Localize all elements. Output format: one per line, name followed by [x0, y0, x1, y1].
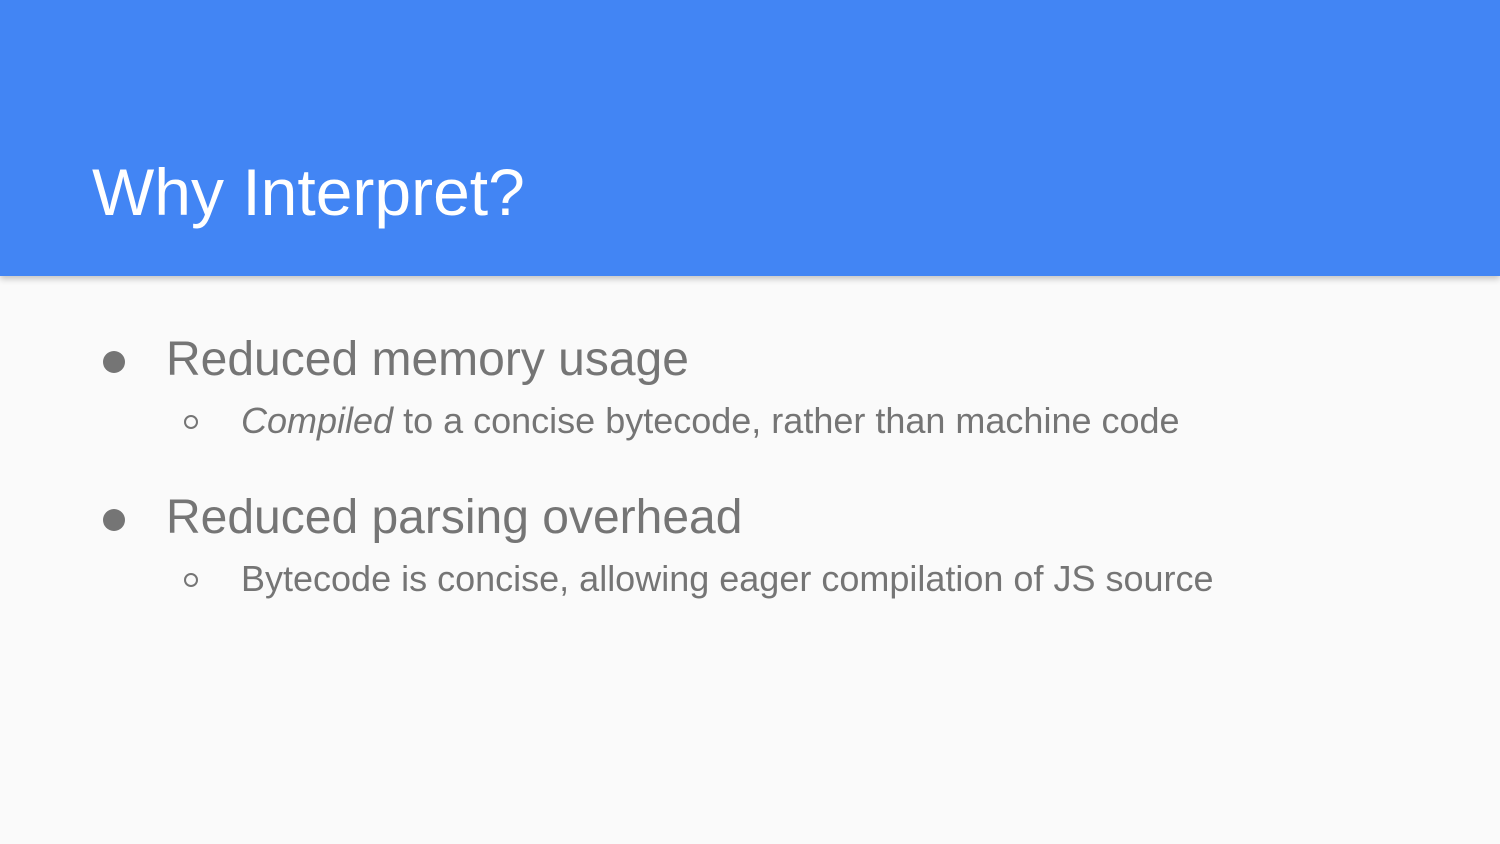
- bullet-item: Reduced parsing overhead: [0, 488, 1500, 548]
- bullet-text: Reduced memory usage: [166, 333, 689, 386]
- slide-title: Why Interpret?: [92, 155, 525, 229]
- filled-bullet-icon: [103, 509, 125, 531]
- sub-bullet-text: Bytecode is concise, allowing eager comp…: [241, 558, 1214, 599]
- bullet-item: Reduced memory usage: [0, 330, 1500, 390]
- filled-bullet-icon: [103, 351, 125, 373]
- bullet-text: Reduced parsing overhead: [166, 491, 743, 544]
- sub-bullet-text: Compiled to a concise bytecode, rather t…: [241, 399, 1180, 443]
- hollow-bullet-icon: [184, 573, 198, 587]
- sub-bullet-item: Bytecode is concise, allowing eager comp…: [0, 557, 1500, 601]
- sub-bullet-emphasis: Compiled: [241, 400, 394, 441]
- slide-header: Why Interpret?: [0, 0, 1500, 276]
- hollow-bullet-icon: [184, 415, 198, 429]
- slide-body: Reduced memory usage Compiled to a conci…: [0, 276, 1500, 844]
- sub-bullet-rest: to a concise bytecode, rather than machi…: [393, 400, 1180, 441]
- sub-bullet-item: Compiled to a concise bytecode, rather t…: [0, 399, 1500, 443]
